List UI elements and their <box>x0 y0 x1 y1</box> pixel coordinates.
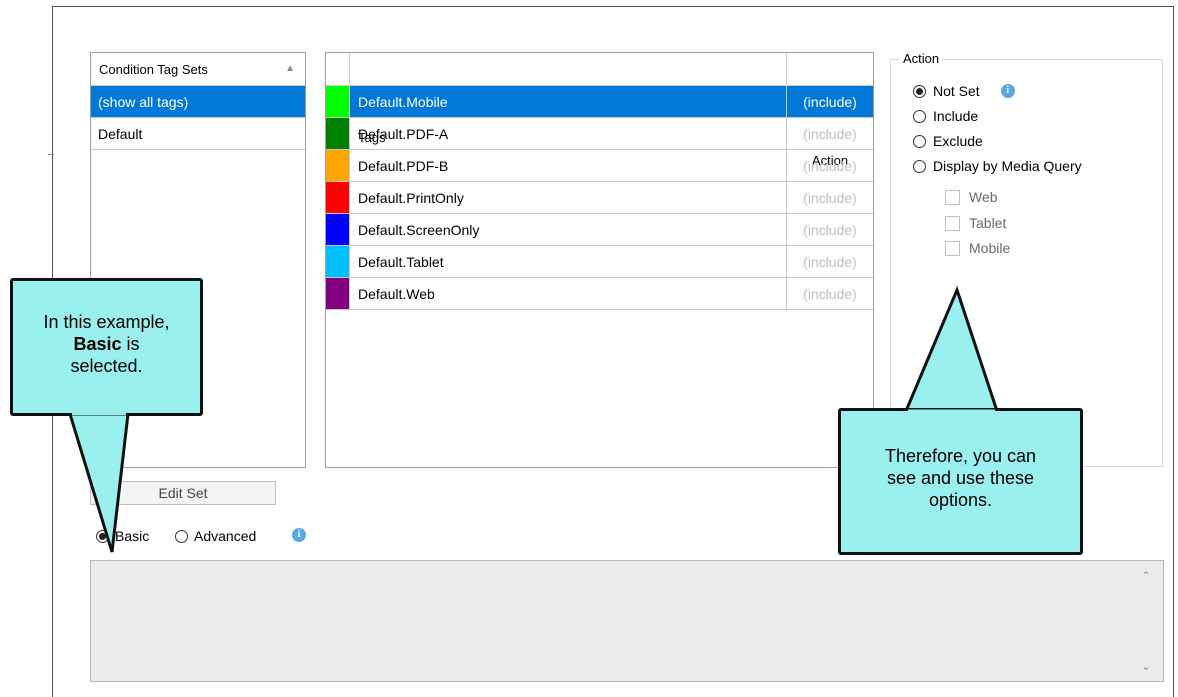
tag-color-swatch <box>326 86 349 117</box>
options-callout-line1: Therefore, you can <box>884 446 1037 466</box>
basic-callout-mid: is <box>121 334 140 354</box>
basic-callout-bold: Basic <box>73 334 122 354</box>
tag-name: Default.Mobile <box>349 86 786 117</box>
tag-action[interactable]: (include) <box>786 150 873 181</box>
info-icon[interactable]: i <box>292 528 306 542</box>
media-mobile-checkbox[interactable]: Mobile <box>945 240 1010 256</box>
tags-table-header: Tags Action <box>326 53 873 191</box>
tag-action[interactable]: (include) <box>786 86 873 117</box>
edit-set-button[interactable]: Edit Set <box>90 481 276 505</box>
tag-color-swatch <box>326 214 349 245</box>
radio-unchecked-icon[interactable] <box>913 109 926 123</box>
advanced-mode-radio[interactable]: Advanced <box>175 528 256 544</box>
tag-set-item-show-all[interactable]: (show all tags) <box>91 86 305 118</box>
color-column-header <box>326 53 350 85</box>
tag-row[interactable]: Default.ScreenOnly (include) <box>326 214 873 246</box>
tag-action[interactable]: (include) <box>786 278 873 309</box>
basic-mode-label: Basic <box>115 528 150 544</box>
tag-name: Default.Tablet <box>349 246 786 277</box>
radio-checked-icon[interactable] <box>96 529 109 543</box>
tag-row[interactable]: Default.PDF-A (include) <box>326 118 873 150</box>
tag-color-swatch <box>326 182 349 213</box>
condition-tag-sets-header[interactable]: Condition Tag Sets ▲ <box>91 53 305 86</box>
action-include-label: Include <box>933 108 979 124</box>
tag-action[interactable]: (include) <box>786 214 873 245</box>
action-exclude-label: Exclude <box>933 133 983 149</box>
action-not-set-label: Not Set <box>933 83 980 99</box>
tag-action[interactable]: (include) <box>786 182 873 213</box>
scroll-up-icon[interactable]: ⌃ <box>1141 569 1151 583</box>
radio-unchecked-icon[interactable] <box>175 529 188 543</box>
tag-set-item-label: Default <box>98 125 143 142</box>
info-icon[interactable]: i <box>1000 84 1015 98</box>
options-callout-line2: see and use these <box>886 468 1035 488</box>
media-web-label: Web <box>969 189 998 205</box>
action-exclude-radio[interactable]: Exclude <box>913 133 983 149</box>
tag-set-item-label: (show all tags) <box>98 93 189 110</box>
media-tablet-checkbox[interactable]: Tablet <box>945 215 1006 231</box>
radio-unchecked-icon[interactable] <box>913 134 926 148</box>
radio-unchecked-icon[interactable] <box>913 159 926 173</box>
options-callout: Therefore, you can see and use these opt… <box>838 408 1083 555</box>
tag-name: Default.PDF-B <box>349 150 786 181</box>
tag-name: Default.ScreenOnly <box>349 214 786 245</box>
radio-checked-icon[interactable] <box>913 84 926 98</box>
tags-table[interactable]: Tags Action Default.Mobile (include) Defau… <box>325 52 874 468</box>
checkbox-icon[interactable] <box>945 240 960 256</box>
tag-name: Default.PDF-A <box>349 118 786 149</box>
tag-color-swatch <box>326 150 349 181</box>
tag-row[interactable]: Default.Tablet (include) <box>326 246 873 278</box>
tag-action[interactable]: (include) <box>786 118 873 149</box>
checkbox-icon[interactable] <box>945 215 960 231</box>
tag-name: Default.Web <box>349 278 786 309</box>
action-group-legend: Action <box>900 51 943 66</box>
scroll-down-icon[interactable]: ⌄ <box>1141 659 1151 673</box>
tag-row[interactable]: Default.PrintOnly (include) <box>326 182 873 214</box>
action-media-query-label: Display by Media Query <box>933 158 1082 174</box>
tag-action[interactable]: (include) <box>786 246 873 277</box>
tags-table-body: Default.Mobile (include) Default.PDF-A (inc… <box>326 86 873 310</box>
frame-divider <box>48 154 54 155</box>
tag-row[interactable]: Default.PDF-B (include) <box>326 150 873 182</box>
basic-mode-radio[interactable]: Basic <box>96 528 149 544</box>
checkbox-icon[interactable] <box>945 189 960 205</box>
basic-callout-line3: selected. <box>70 356 143 376</box>
tag-color-swatch <box>326 246 349 277</box>
action-media-query-radio[interactable]: Display by Media Query <box>913 158 1082 174</box>
tag-row[interactable]: Default.Web (include) <box>326 278 873 310</box>
basic-callout: In this example, Basic is selected. <box>10 278 203 416</box>
tag-row[interactable]: Default.Mobile (include) <box>326 86 873 118</box>
tag-color-swatch <box>326 278 349 309</box>
tag-name: Default.PrintOnly <box>349 182 786 213</box>
basic-callout-line2: Basic is <box>13 333 200 355</box>
tag-color-swatch <box>326 118 349 149</box>
advanced-mode-label: Advanced <box>194 528 257 544</box>
tag-set-item-default[interactable]: Default <box>91 118 305 150</box>
condition-tag-sets-header-label: Condition Tag Sets <box>99 61 208 77</box>
media-tablet-label: Tablet <box>969 215 1007 231</box>
options-callout-line3: options. <box>928 490 993 510</box>
description-area[interactable]: ⌃ ⌄ <box>90 560 1164 682</box>
basic-callout-line1: In this example, <box>43 312 170 332</box>
action-include-radio[interactable]: Include <box>913 108 978 124</box>
media-mobile-label: Mobile <box>969 240 1011 256</box>
media-web-checkbox[interactable]: Web <box>945 189 998 205</box>
sort-ascending-icon[interactable]: ▲ <box>285 63 295 74</box>
action-not-set-radio[interactable]: Not Set i <box>913 83 1015 99</box>
